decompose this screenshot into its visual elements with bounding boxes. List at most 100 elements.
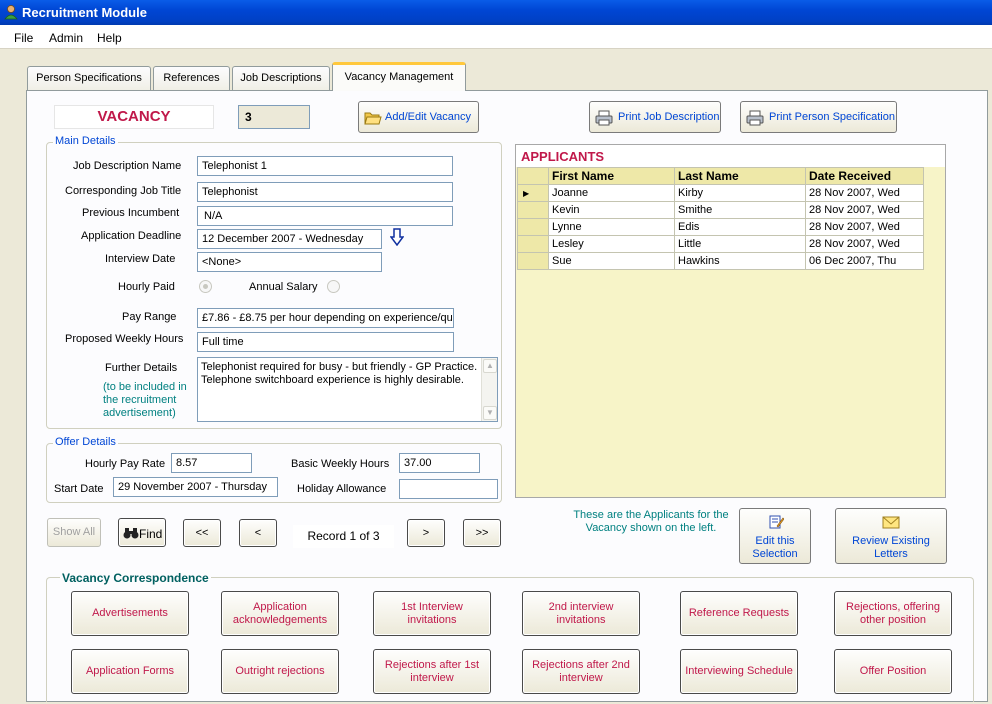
interview-date-field[interactable]: <None> [197, 252, 382, 272]
tab-references[interactable]: References [153, 66, 230, 90]
envelope-icon [882, 516, 900, 529]
cell-date-received[interactable]: 28 Nov 2007, Wed [805, 184, 924, 202]
tab-person-specifications[interactable]: Person Specifications [27, 66, 151, 90]
previous-incumbent-field[interactable]: N/A [197, 206, 453, 226]
cell-date-received[interactable]: 06 Dec 2007, Thu [805, 252, 924, 270]
edit-selection-label: Edit this Selection [752, 535, 798, 560]
table-row[interactable]: Lesley Little 28 Nov 2007, Wed [517, 235, 924, 253]
first-record-button[interactable]: << [183, 519, 221, 547]
row-selector[interactable]: ▶ [517, 184, 549, 202]
applicants-header-strip: APPLICANTS [516, 145, 945, 167]
next-record-button[interactable]: > [407, 519, 445, 547]
tab-job-descriptions[interactable]: Job Descriptions [232, 66, 330, 90]
table-row[interactable]: Sue Hawkins 06 Dec 2007, Thu [517, 252, 924, 270]
printer-icon [746, 110, 764, 126]
vacancy-label: VACANCY [54, 105, 214, 129]
hourly-pay-rate-field[interactable]: 8.57 [171, 453, 252, 473]
cell-date-received[interactable]: 28 Nov 2007, Wed [805, 235, 924, 253]
print-job-description-label: Print Job Description [618, 111, 720, 123]
find-button[interactable]: Find [118, 518, 166, 547]
menu-admin[interactable]: Admin [49, 31, 83, 45]
second-interview-invitations-button[interactable]: 2nd interview invitations [522, 591, 640, 636]
holiday-allowance-field[interactable] [399, 479, 498, 499]
menu-bar: File Admin Help [0, 25, 992, 49]
interviewing-schedule-button[interactable]: Interviewing Schedule [680, 649, 798, 694]
applicants-note: These are the Applicants for the Vacancy… [573, 509, 729, 534]
corresponding-job-title-label: Corresponding Job Title [65, 185, 182, 197]
column-header-date-received[interactable]: Date Received [805, 167, 924, 185]
review-existing-letters-label: Review Existing Letters [852, 535, 930, 560]
rejections-offering-other-position-button[interactable]: Rejections, offering other position [834, 591, 952, 636]
cell-first-name[interactable]: Lesley [548, 235, 675, 253]
add-edit-vacancy-button[interactable]: Add/Edit Vacancy [358, 101, 479, 133]
further-details-text: Telephonist required for busy - but frie… [201, 361, 478, 386]
scroll-down-icon[interactable]: ▼ [483, 406, 497, 420]
menu-file[interactable]: File [14, 31, 33, 45]
proposed-weekly-hours-label: Proposed Weekly Hours [65, 333, 184, 345]
further-details-label: Further Details [105, 362, 178, 374]
offer-position-button[interactable]: Offer Position [834, 649, 952, 694]
holiday-allowance-label: Holiday Allowance [297, 483, 387, 495]
show-all-button[interactable]: Show All [47, 518, 101, 547]
outright-rejections-button[interactable]: Outright rejections [221, 649, 339, 694]
pay-range-field[interactable]: £7.86 - £8.75 per hour depending on expe… [197, 308, 454, 328]
hourly-paid-label: Hourly Paid [118, 281, 175, 293]
column-header-first-name[interactable]: First Name [548, 167, 675, 185]
review-existing-letters-button[interactable]: Review Existing Letters [835, 508, 947, 564]
scroll-up-icon[interactable]: ▲ [483, 359, 497, 373]
table-row[interactable]: Kevin Smithe 28 Nov 2007, Wed [517, 201, 924, 219]
folder-icon [364, 112, 382, 125]
cell-last-name[interactable]: Little [674, 235, 806, 253]
column-header-last-name[interactable]: Last Name [674, 167, 806, 185]
cell-date-received[interactable]: 28 Nov 2007, Wed [805, 201, 924, 219]
advertisements-button[interactable]: Advertisements [71, 591, 189, 636]
basic-weekly-hours-field[interactable]: 37.00 [399, 453, 480, 473]
print-person-specification-button[interactable]: Print Person Specification [740, 101, 897, 133]
row-selector[interactable] [517, 201, 549, 219]
application-deadline-field[interactable]: 12 December 2007 - Wednesday [197, 229, 382, 249]
cell-first-name[interactable]: Joanne [548, 184, 675, 202]
first-interview-invitations-button[interactable]: 1st Interview invitations [373, 591, 491, 636]
reference-requests-button[interactable]: Reference Requests [680, 591, 798, 636]
start-date-field[interactable]: 29 November 2007 - Thursday [113, 477, 278, 497]
job-description-name-label: Job Description Name [73, 160, 182, 172]
cell-first-name[interactable]: Sue [548, 252, 675, 270]
corresponding-job-title-field[interactable]: Telephonist [197, 182, 453, 202]
further-details-textarea[interactable]: Telephonist required for busy - but frie… [197, 357, 498, 422]
job-description-name-field[interactable]: Telephonist 1 [197, 156, 453, 176]
table-row[interactable]: ▶ Joanne Kirby 28 Nov 2007, Wed [517, 184, 924, 202]
application-deadline-label: Application Deadline [81, 230, 182, 242]
print-job-description-button[interactable]: Print Job Description [589, 101, 721, 133]
rejections-after-first-interview-button[interactable]: Rejections after 1st interview [373, 649, 491, 694]
row-selector[interactable] [517, 235, 549, 253]
cell-first-name[interactable]: Kevin [548, 201, 675, 219]
annual-salary-radio[interactable] [327, 280, 340, 293]
cell-first-name[interactable]: Lynne [548, 218, 675, 236]
edit-document-icon [769, 515, 784, 529]
add-edit-vacancy-label: Add/Edit Vacancy [385, 111, 472, 123]
table-row[interactable]: Lynne Edis 28 Nov 2007, Wed [517, 218, 924, 236]
rejections-after-second-interview-button[interactable]: Rejections after 2nd interview [522, 649, 640, 694]
cell-last-name[interactable]: Edis [674, 218, 806, 236]
proposed-weekly-hours-field[interactable]: Full time [197, 332, 454, 352]
applicants-table[interactable]: First Name Last Name Date Received ▶ Joa… [517, 167, 924, 270]
row-selector[interactable] [517, 252, 549, 270]
hourly-paid-radio[interactable] [199, 280, 212, 293]
interview-date-label: Interview Date [105, 253, 176, 265]
cell-last-name[interactable]: Smithe [674, 201, 806, 219]
offer-details-title: Offer Details [53, 436, 118, 448]
row-selector[interactable] [517, 218, 549, 236]
application-acknowledgements-button[interactable]: Application acknowledgements [221, 591, 339, 636]
tab-vacancy-management[interactable]: Vacancy Management [332, 62, 466, 91]
cell-last-name[interactable]: Kirby [674, 184, 806, 202]
arrow-down-icon[interactable] [390, 228, 404, 246]
pay-range-label: Pay Range [122, 311, 177, 323]
cell-date-received[interactable]: 28 Nov 2007, Wed [805, 218, 924, 236]
further-details-scrollbar[interactable]: ▲ ▼ [481, 358, 497, 421]
cell-last-name[interactable]: Hawkins [674, 252, 806, 270]
last-record-button[interactable]: >> [463, 519, 501, 547]
application-forms-button[interactable]: Application Forms [71, 649, 189, 694]
previous-record-button[interactable]: < [239, 519, 277, 547]
menu-help[interactable]: Help [97, 31, 122, 45]
edit-selection-button[interactable]: Edit this Selection [739, 508, 811, 564]
